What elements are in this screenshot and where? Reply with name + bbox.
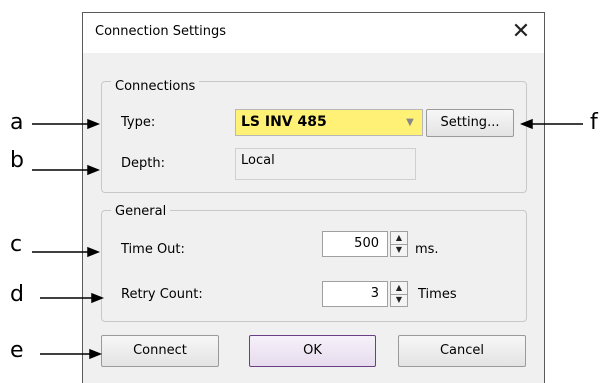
annotation-arrows [32,118,583,360]
arrowhead-a [87,118,101,130]
arrowhead-c [87,246,101,258]
arrowhead-b [87,164,101,176]
arrowhead-e [89,348,103,360]
arrowhead-f [519,118,533,130]
arrowhead-d [91,292,105,304]
